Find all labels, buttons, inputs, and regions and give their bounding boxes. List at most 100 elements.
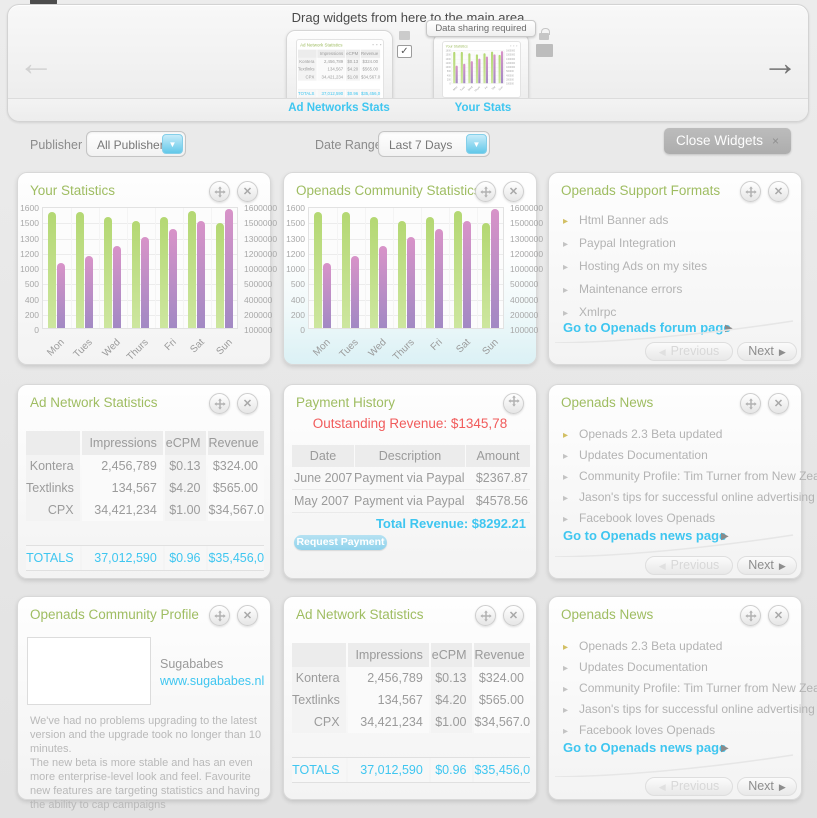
table-cell: Textlinks bbox=[298, 65, 316, 73]
news-page-link[interactable]: Go to Openads news page bbox=[563, 528, 726, 543]
link-arrow-icon[interactable]: ▶ bbox=[721, 743, 729, 754]
list-item[interactable]: ▸Facebook loves Openads bbox=[563, 511, 715, 525]
table-header-cell: eCPM bbox=[346, 50, 360, 58]
list-item[interactable]: ▸Updates Documentation bbox=[563, 448, 708, 462]
list-item[interactable]: ▸Hosting Ads on my sites bbox=[563, 259, 707, 273]
table-cell: 2,456,789 bbox=[317, 58, 345, 66]
move-widget-icon[interactable] bbox=[475, 605, 496, 626]
list-item[interactable]: ▸Paypal Integration bbox=[563, 236, 676, 250]
carousel-left-arrow-icon[interactable]: ← bbox=[18, 45, 54, 81]
chevron-down-icon[interactable]: ▼ bbox=[466, 134, 487, 154]
close-widget-icon[interactable]: ✕ bbox=[237, 393, 258, 414]
close-widget-icon[interactable]: ✕ bbox=[768, 605, 789, 626]
previous-button[interactable]: ◀Previous bbox=[645, 556, 733, 575]
close-widget-icon[interactable]: ✕ bbox=[768, 181, 789, 202]
close-widget-icon[interactable]: ✕ bbox=[768, 393, 789, 414]
y-axis-tick: 1200000 bbox=[244, 249, 277, 259]
profile-website-link[interactable]: www.sugababes.nl bbox=[160, 674, 264, 688]
close-widget-icon[interactable]: ✕ bbox=[237, 605, 258, 626]
list-item[interactable]: ▸Maintenance errors bbox=[563, 282, 682, 296]
link-arrow-icon[interactable]: ▶ bbox=[721, 531, 729, 542]
previous-button[interactable]: ◀Previous bbox=[645, 342, 733, 361]
ad-network-table: ImpressionseCPMRevenueKontera2,456,789$0… bbox=[292, 643, 530, 783]
publisher-dropdown[interactable]: All Publishers ▼ bbox=[86, 131, 186, 157]
table-cell: $324.00 bbox=[474, 667, 530, 689]
move-widget-icon[interactable] bbox=[209, 393, 230, 414]
table-row: Kontera2,456,789$0.13$324.00 bbox=[292, 667, 530, 689]
date-range-dropdown[interactable]: Last 7 Days ▼ bbox=[378, 131, 490, 157]
bullet-icon: ▸ bbox=[563, 472, 568, 483]
close-widget-icon[interactable]: ✕ bbox=[503, 605, 524, 626]
carousel-right-arrow-icon[interactable]: → bbox=[762, 45, 798, 81]
table-cell: $4.20 bbox=[165, 477, 207, 499]
table-cell: $34,567.00 bbox=[361, 73, 380, 81]
move-widget-icon[interactable] bbox=[740, 181, 761, 202]
bullet-icon: ▸ bbox=[563, 726, 568, 737]
list-item[interactable]: ▸Community Profile: Tim Turner from New … bbox=[563, 469, 817, 483]
chart-bar bbox=[160, 217, 168, 328]
table-header-row: ImpressionseCPMRevenue bbox=[26, 431, 264, 455]
move-widget-icon[interactable] bbox=[740, 605, 761, 626]
table-cell: $324.00 bbox=[208, 455, 264, 477]
list-item[interactable]: ▸Community Profile: Tim Turner from New … bbox=[563, 681, 817, 695]
gridline bbox=[43, 315, 237, 316]
widget-thumbnail-your-stats[interactable]: Your Statistics● ● ●01000002002000004004… bbox=[433, 33, 529, 106]
y-axis-tick: 1200 bbox=[17, 249, 39, 259]
x-axis-label: Tues bbox=[60, 337, 95, 372]
list-item[interactable]: ▸Updates Documentation bbox=[563, 660, 708, 674]
x-axis-label: Mon bbox=[32, 337, 67, 372]
table-cell: Kontera bbox=[26, 455, 80, 477]
link-arrow-icon[interactable]: ▶ bbox=[725, 323, 733, 334]
x-axis-label: Sat bbox=[172, 337, 207, 372]
y-axis-tick: 1600 bbox=[445, 49, 451, 52]
list-item-label: Community Profile: Tim Turner from New Z… bbox=[579, 681, 817, 695]
x-axis-label: Thurs bbox=[116, 337, 151, 372]
drag-hint-text: Drag widgets from here to the main area bbox=[8, 10, 808, 25]
data-sharing-checkbox[interactable]: ✓ bbox=[397, 45, 412, 58]
move-widget-icon[interactable] bbox=[740, 393, 761, 414]
next-button[interactable]: Next▶ bbox=[737, 556, 797, 575]
table-totals-cell: $35,456,00 bbox=[361, 89, 380, 97]
list-item[interactable]: ▸Jason's tips for successful online adve… bbox=[563, 490, 815, 504]
chevron-down-icon[interactable]: ▼ bbox=[162, 134, 183, 154]
close-widgets-button[interactable]: Close Widgets× bbox=[664, 128, 791, 154]
next-button[interactable]: Next▶ bbox=[737, 342, 797, 361]
table-cell: $0.13 bbox=[346, 58, 360, 66]
y-axis-tick: 500 bbox=[17, 279, 39, 289]
news-page-link[interactable]: Go to Openads news page bbox=[563, 740, 726, 755]
total-revenue-text: Total Revenue: $8292.21 bbox=[376, 516, 526, 531]
y-axis-tick: 200 bbox=[17, 310, 39, 320]
table-cell: $4.20 bbox=[346, 65, 360, 73]
payment-table: DateDescriptionAmountJune 2007Payment vi… bbox=[292, 445, 530, 513]
y-axis-tick: 1600000 bbox=[510, 203, 543, 213]
bar-chart: 0100000200200000400400000500500000100010… bbox=[308, 207, 504, 329]
y-axis-tick: 1200 bbox=[445, 62, 451, 65]
move-widget-icon[interactable] bbox=[209, 181, 230, 202]
bullet-icon: ▸ bbox=[563, 642, 568, 653]
request-payment-button[interactable]: Request Payment bbox=[294, 535, 387, 550]
thumbnail-link-ad-networks[interactable]: Ad Networks Stats bbox=[264, 102, 414, 114]
list-item[interactable]: ▸Openads 2.3 Beta updated bbox=[563, 639, 722, 653]
y-axis-tick: 1600000 bbox=[244, 203, 277, 213]
move-widget-icon[interactable] bbox=[503, 393, 524, 414]
previous-button[interactable]: ◀Previous bbox=[645, 777, 733, 796]
move-widget-icon[interactable] bbox=[475, 181, 496, 202]
list-item[interactable]: ▸Facebook loves Openads bbox=[563, 723, 715, 737]
list-item[interactable]: ▸Xmlrpc bbox=[563, 305, 616, 319]
y-axis-tick: 100000 bbox=[510, 325, 538, 335]
close-widget-icon[interactable]: ✕ bbox=[503, 181, 524, 202]
list-item[interactable]: ▸Openads 2.3 Beta updated bbox=[563, 427, 722, 441]
table-cell: Payment via Paypal bbox=[354, 490, 464, 512]
widget-ad-network-statistics: Ad Network Statistics ✕ ImpressionseCPMR… bbox=[17, 384, 271, 579]
gridline bbox=[43, 239, 237, 240]
list-item[interactable]: ▸Html Banner ads bbox=[563, 213, 668, 227]
thumbnail-link-your-stats[interactable]: Your Stats bbox=[408, 102, 558, 114]
forum-page-link[interactable]: Go to Openads forum page bbox=[563, 320, 731, 335]
close-widget-icon[interactable]: ✕ bbox=[237, 181, 258, 202]
list-item-label: Openads 2.3 Beta updated bbox=[579, 427, 722, 441]
list-item[interactable]: ▸Jason's tips for successful online adve… bbox=[563, 702, 815, 716]
x-axis-label: Tues bbox=[326, 337, 361, 372]
move-widget-icon[interactable] bbox=[209, 605, 230, 626]
x-axis-label: Sun bbox=[466, 337, 501, 372]
next-button[interactable]: Next▶ bbox=[737, 777, 797, 796]
